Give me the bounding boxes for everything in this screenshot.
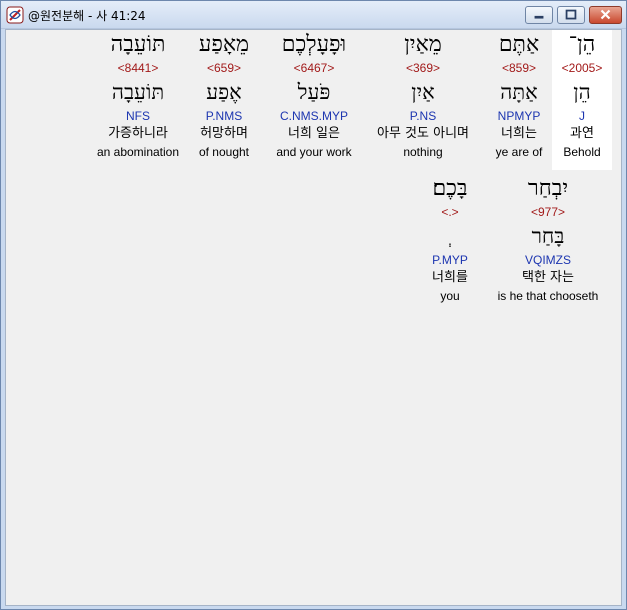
word-block[interactable]: מֵאָפַע <659> אֶפַע P.NMS 허망하며 of nought bbox=[184, 30, 264, 160]
minimize-icon bbox=[534, 15, 544, 19]
hebrew-word: מֵאָפַע bbox=[198, 32, 250, 57]
morphology-code: P.NS bbox=[409, 109, 437, 123]
morphology-code: C.NMS.MYP bbox=[279, 109, 348, 123]
app-window: @원전분해 - 사 41:24 הֵן־ <2005> הֵן J 과연 Beh… bbox=[0, 0, 627, 610]
morphology-code: P.MYP bbox=[432, 253, 468, 267]
minimize-button[interactable] bbox=[525, 6, 553, 24]
english-gloss: is he that chooseth bbox=[497, 289, 599, 303]
strong-number[interactable]: <8441> bbox=[92, 60, 184, 76]
lemma-word: פֹּעַל bbox=[297, 80, 331, 104]
word-block[interactable]: וּפָעָלְכֶם <6467> פֹּעַל C.NMS.MYP 너희 일… bbox=[264, 30, 364, 160]
morphology-code: VQIMZS bbox=[524, 253, 571, 267]
close-button[interactable] bbox=[589, 6, 622, 24]
lemma-word: אַתָּה bbox=[500, 80, 538, 104]
word-block[interactable]: תּוֹעֵבָה <8441> תּוֹעֵבָה NFS 가증하니라 an … bbox=[92, 30, 184, 160]
word-block[interactable]: מֵאַיִן <369> אַיִן P.NS 아무 것도 아니며 nothi… bbox=[364, 30, 482, 160]
english-gloss: an abomination bbox=[96, 145, 180, 159]
english-gloss: of nought bbox=[198, 145, 250, 159]
korean-gloss: 너희는 bbox=[501, 126, 537, 141]
english-gloss: nothing bbox=[403, 145, 443, 159]
english-gloss: and your work bbox=[276, 145, 352, 159]
hebrew-word: בָּכֶם׃ bbox=[432, 176, 468, 201]
maximize-icon bbox=[565, 9, 577, 20]
hebrew-word: יִבְחַר bbox=[527, 176, 569, 201]
morphology-code: NPMYP bbox=[497, 109, 541, 123]
word-block[interactable]: יִבְחַר <977> בָּחַר VQIMZS 택한 자는 is he … bbox=[488, 174, 608, 304]
english-gloss: ye are of bbox=[495, 145, 543, 159]
hebrew-word: תּוֹעֵבָה bbox=[110, 32, 166, 57]
lemma-word: תּוֹעֵבָה bbox=[111, 80, 165, 104]
strong-number[interactable]: <859> bbox=[472, 60, 566, 76]
hebrew-word: מֵאַיִן bbox=[404, 32, 442, 57]
lemma-word: אֶפַע bbox=[206, 80, 242, 104]
korean-gloss: 허망하며 bbox=[200, 126, 248, 141]
morphology-code: NFS bbox=[126, 109, 150, 123]
word-block[interactable]: בָּכֶם׃ <.> ְ P.MYP 너희를 you bbox=[414, 174, 486, 304]
korean-gloss: 가증하니라 bbox=[108, 126, 168, 141]
english-gloss: you bbox=[440, 289, 460, 303]
window-title: @원전분해 - 사 41:24 bbox=[28, 9, 146, 23]
strong-number[interactable]: <.> bbox=[414, 204, 486, 220]
korean-gloss: 너희 일은 bbox=[288, 126, 340, 141]
strong-number[interactable]: <659> bbox=[184, 60, 264, 76]
korean-gloss: 택한 자는 bbox=[522, 270, 574, 285]
hebrew-word: וּפָעָלְכֶם bbox=[281, 32, 347, 57]
korean-gloss: 너희를 bbox=[432, 270, 468, 285]
strong-number[interactable]: <977> bbox=[488, 204, 608, 220]
title-bar[interactable]: @원전분해 - 사 41:24 bbox=[1, 1, 626, 29]
maximize-button[interactable] bbox=[557, 6, 585, 24]
hebrew-word: אַתֶּם bbox=[498, 32, 540, 57]
korean-gloss: 아무 것도 아니며 bbox=[377, 126, 469, 141]
strong-number[interactable]: <6467> bbox=[264, 60, 364, 76]
word-block[interactable]: אַתֶּם <859> אַתָּה NPMYP 너희는 ye are of bbox=[472, 30, 566, 160]
strong-number[interactable]: <369> bbox=[364, 60, 482, 76]
lemma-word: ְ bbox=[414, 220, 486, 252]
morphology-code: P.NMS bbox=[205, 109, 243, 123]
app-logo-icon bbox=[6, 6, 24, 24]
analysis-panel: הֵן־ <2005> הֵן J 과연 Behold אַתֶּם <859>… bbox=[5, 29, 622, 606]
lemma-word: בָּחַר bbox=[531, 224, 565, 248]
lemma-word: אַיִן bbox=[411, 80, 435, 104]
close-icon bbox=[600, 9, 611, 20]
